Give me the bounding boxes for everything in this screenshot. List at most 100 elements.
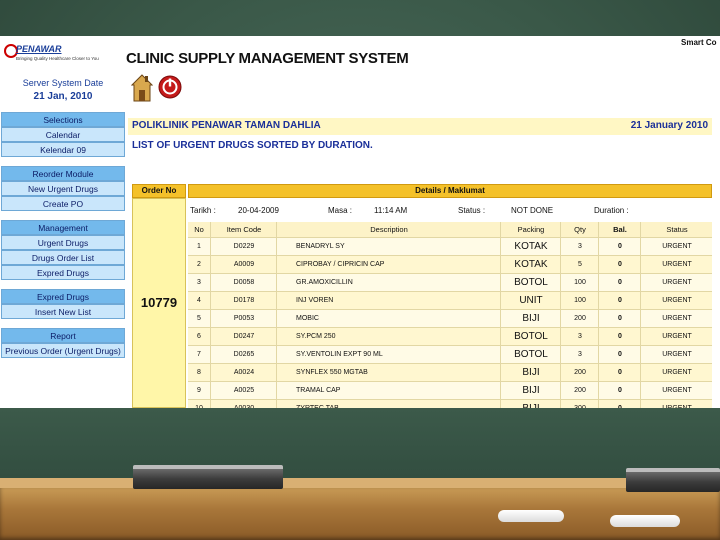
column-divider <box>598 222 599 408</box>
cell-no: 8 <box>197 369 201 376</box>
cell-code: P0053 <box>233 315 255 322</box>
cell-desc: SYNFLEX 550 MGTAB <box>296 369 368 376</box>
cell-no: 4 <box>197 297 201 304</box>
details-header: Details / Maklumat <box>188 184 712 198</box>
server-date-value: 21 Jan, 2010 <box>33 91 93 102</box>
duration-label: Duration : <box>594 206 629 215</box>
menu-item-new-urgent-drugs[interactable]: New Urgent Drugs <box>1 181 125 196</box>
menu-header-management[interactable]: Management <box>1 220 125 235</box>
menu-item-create-po[interactable]: Create PO <box>1 196 125 211</box>
logo-tagline: Bringing Quality Healthcare Closer to Yo… <box>16 56 99 61</box>
table-row[interactable]: 5 P0053 MOBIC BIJI 200 0 URGENT <box>188 310 712 328</box>
eraser-right <box>626 468 720 492</box>
col-description: Description <box>370 225 408 234</box>
cell-status: URGENT <box>662 261 692 268</box>
chalk-stick-2 <box>610 515 680 527</box>
cell-code: D0178 <box>233 297 255 304</box>
col-packing: Packing <box>517 225 545 234</box>
table-row[interactable]: 9 A0025 TRAMAL CAP BIJI 200 0 URGENT <box>188 382 712 400</box>
cell-bal: 0 <box>618 297 622 304</box>
cell-bal: 0 <box>618 333 622 340</box>
column-divider <box>210 222 211 408</box>
col-bal: Bal. <box>613 225 627 234</box>
column-divider <box>560 222 561 408</box>
cell-bal: 0 <box>618 261 622 268</box>
table-row[interactable]: 3 D0058 GR.AMOXICILLIN BOTOL 100 0 URGENT <box>188 274 712 292</box>
cell-desc: SY.VENTOLIN EXPT 90 ML <box>296 351 383 358</box>
table-row[interactable]: 2 A0009 CIPROBAY / CIPRICIN CAP KOTAK 5 0 URGE… <box>188 256 712 274</box>
table-header-row: No Item Code Description Packing Qty Bal… <box>188 222 712 238</box>
menu-item-previous-order[interactable]: Previous Order (Urgent Drugs) <box>1 343 125 358</box>
cell-no: 1 <box>197 243 201 250</box>
cell-code: A0024 <box>233 369 255 376</box>
status-label: Status : <box>458 206 486 215</box>
sidebar: PENAWAR Bringing Quality Healthcare Clos… <box>0 36 126 408</box>
cell-pack: KOTAK <box>514 241 548 252</box>
cell-qty: 5 <box>578 261 582 268</box>
table-row[interactable]: 6 D0247 SY.PCM 250 BOTOL 3 0 URGENT <box>188 328 712 346</box>
app-title: CLINIC SUPPLY MANAGEMENT SYSTEM <box>126 50 409 67</box>
cell-status: URGENT <box>662 333 692 340</box>
table-row[interactable]: 4 D0178 INJ VOREN UNIT 100 0 URGENT <box>188 292 712 310</box>
cell-qty: 300 <box>562 400 598 408</box>
cell-no: 10 <box>188 400 210 408</box>
menu-item-urgent-drugs[interactable]: Urgent Drugs <box>1 235 125 250</box>
cell-pack: BOTOL <box>514 277 548 288</box>
menu-item-drugs-order-list[interactable]: Drugs Order List <box>1 250 125 265</box>
cell-no: 6 <box>197 333 201 340</box>
chalk-stick-1 <box>498 510 564 522</box>
cell-code: A0009 <box>233 261 255 268</box>
cell-no: 7 <box>197 351 201 358</box>
cell-desc: BENADRYL SY <box>296 243 345 250</box>
power-icon[interactable] <box>158 75 182 99</box>
cell-qty: 3 <box>578 351 582 358</box>
menu-header-reorder-module[interactable]: Reorder Module <box>1 166 125 181</box>
order-no-header: Order No <box>132 184 186 198</box>
cell-code: D0229 <box>233 243 255 250</box>
masa-value: 11:14 AM <box>374 206 408 215</box>
drugs-table: No Item Code Description Packing Qty Bal… <box>188 222 712 408</box>
cell-status: URGENT <box>662 243 692 250</box>
status-value: NOT DONE <box>511 206 554 215</box>
cell-qty: 200 <box>574 387 586 394</box>
cell-bal: 0 <box>600 400 640 408</box>
tarikh-label: Tarikh : <box>190 206 216 215</box>
table-row[interactable]: 7 D0265 SY.VENTOLIN EXPT 90 ML BOTOL 3 0 URGEN… <box>188 346 712 364</box>
cell-pack: BIJI <box>522 385 540 396</box>
cell-status: URGENT <box>662 279 692 286</box>
cell-bal: 0 <box>618 315 622 322</box>
menu-item-calendar[interactable]: Calendar <box>1 127 125 142</box>
table-row[interactable]: 10A0030ZYRTEC TABBIJI3000URGENT <box>188 400 712 408</box>
table-row[interactable]: 8 A0024 SYNFLEX 550 MGTAB BIJI 200 0 URGENT <box>188 364 712 382</box>
column-divider <box>500 222 501 408</box>
cell-code: D0265 <box>233 351 255 358</box>
cell-desc: CIPROBAY / CIPRICIN CAP <box>296 261 385 268</box>
cell-qty: 200 <box>574 315 586 322</box>
cell-code: A0025 <box>233 387 255 394</box>
cell-code: D0247 <box>233 333 255 340</box>
menu-header-report[interactable]: Report <box>1 328 125 343</box>
column-divider <box>276 222 277 408</box>
home-icon[interactable] <box>131 73 153 103</box>
cell-bal: 0 <box>618 387 622 394</box>
cell-bal: 0 <box>618 369 622 376</box>
table-row[interactable]: 1 D0229 BENADRYL SY KOTAK 3 0 URGENT <box>188 238 712 256</box>
cell-bal: 0 <box>618 279 622 286</box>
cell-status: URGENT <box>662 351 692 358</box>
cell-no: 3 <box>197 279 201 286</box>
menu-item-kelendar-09[interactable]: Kelendar 09 <box>1 142 125 157</box>
cell-qty: 3 <box>578 243 582 250</box>
order-number[interactable]: 10779 <box>133 295 185 310</box>
chalk-ledge <box>0 488 720 540</box>
menu-item-expred-drugs[interactable]: Expred Drugs <box>1 265 125 280</box>
menu-header-selections[interactable]: Selections <box>1 112 125 127</box>
cell-desc: ZYRTEC TAB <box>278 400 500 408</box>
menu-header-expred-drugs[interactable]: Expred Drugs <box>1 289 125 304</box>
cell-qty: 100 <box>574 297 586 304</box>
order-info-row: Tarikh : 20-04-2009 Masa : 11:14 AM Stat… <box>188 204 712 218</box>
cell-pack: BIJI <box>522 367 540 378</box>
cell-pack: BOTOL <box>514 331 548 342</box>
cell-status: URGENT <box>662 315 692 322</box>
menu-item-insert-new-list[interactable]: Insert New List <box>1 304 125 319</box>
eraser-left <box>133 465 283 489</box>
